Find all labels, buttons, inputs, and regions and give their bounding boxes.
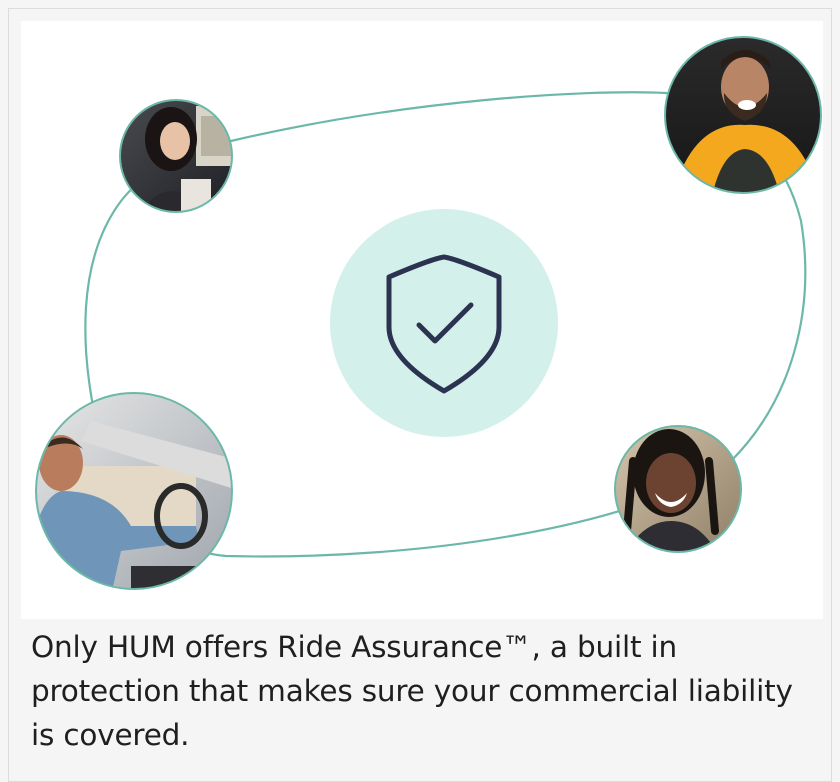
- woman-with-braids-smiling-photo: [614, 425, 742, 553]
- man-driving-car-photo: [35, 392, 233, 590]
- illustration-svg: [35, 36, 822, 590]
- shield-badge: [330, 209, 558, 437]
- man-in-yellow-hoodie-photo: [664, 36, 822, 194]
- ride-assurance-illustration: [21, 21, 823, 619]
- shield-badge-circle: [330, 209, 558, 437]
- info-card: Only HUM offers Ride Assurance™, a built…: [8, 8, 832, 782]
- woman-smiling-in-car-photo: [119, 99, 233, 213]
- ride-assurance-caption: Only HUM offers Ride Assurance™, a built…: [31, 630, 793, 752]
